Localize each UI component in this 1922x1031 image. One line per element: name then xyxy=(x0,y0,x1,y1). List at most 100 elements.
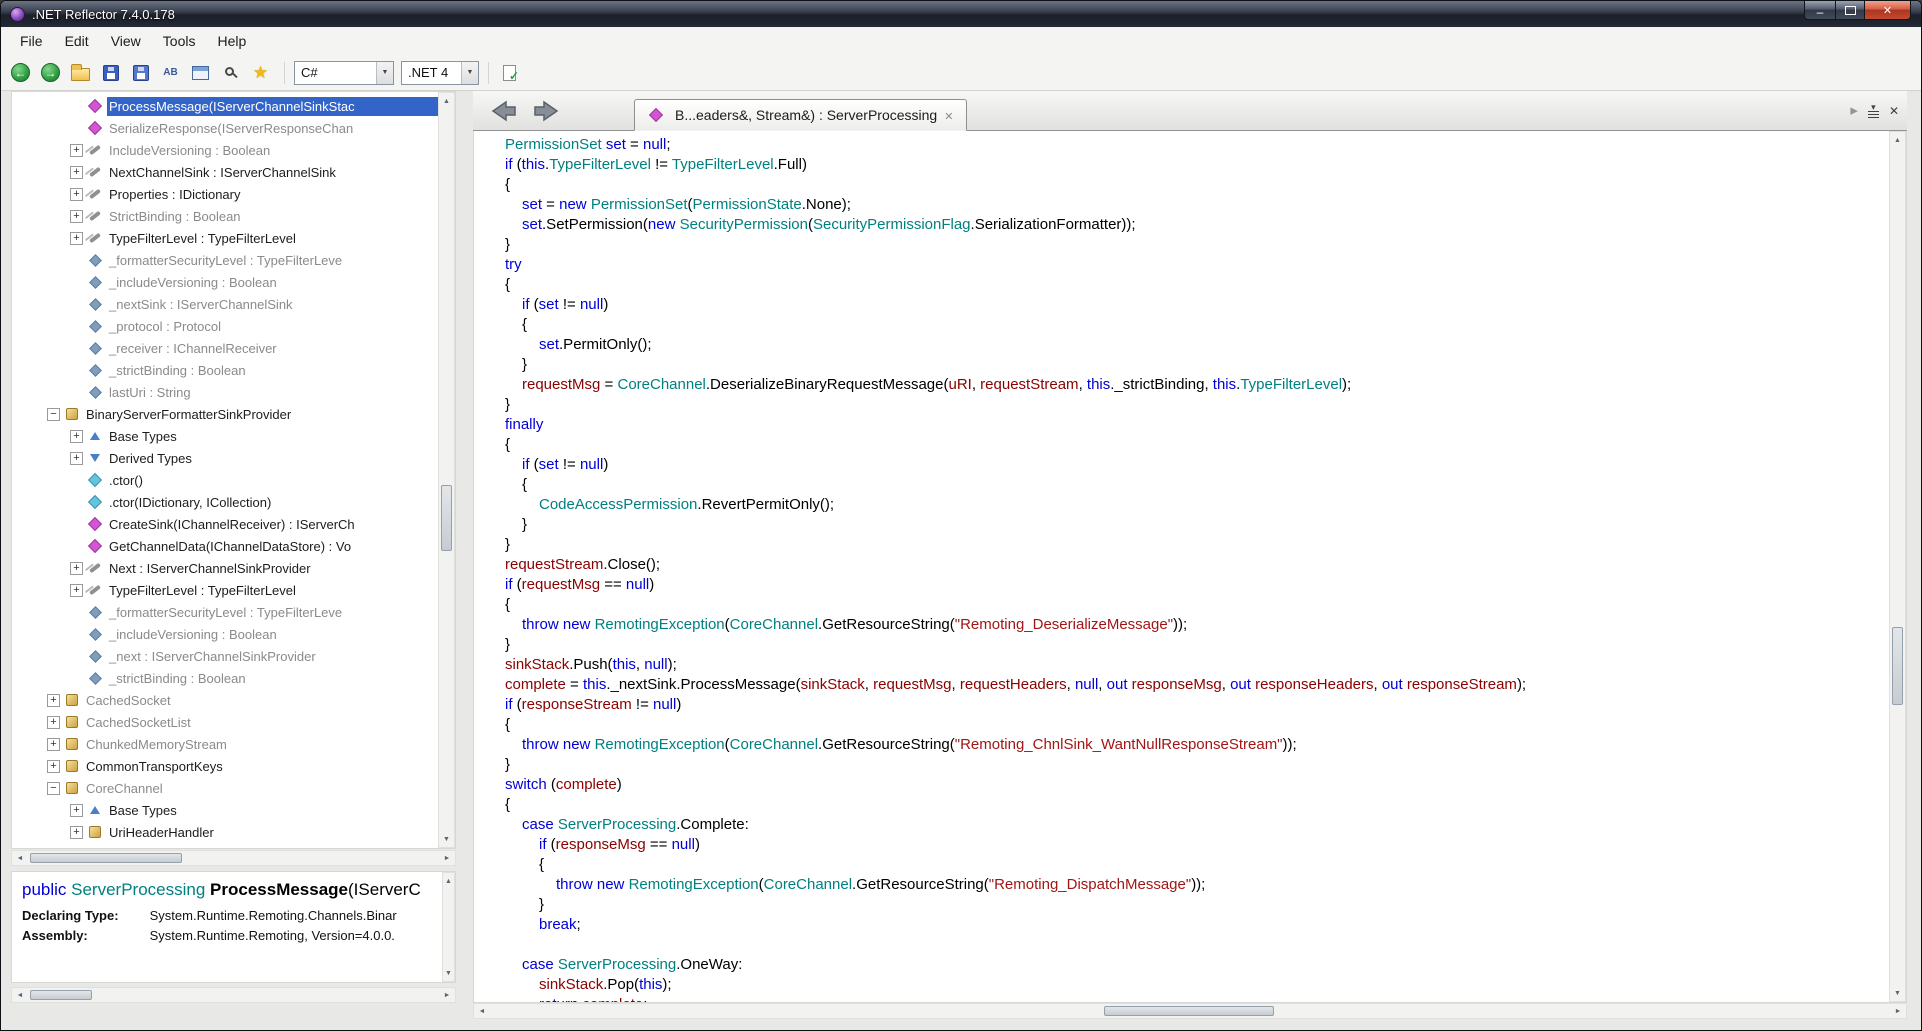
tab-list-icon[interactable] xyxy=(1868,104,1879,118)
tree-item[interactable]: _strictBinding : Boolean xyxy=(12,667,438,689)
menu-edit[interactable]: Edit xyxy=(54,29,100,53)
tree-item[interactable]: _next : IServerChannelSinkProvider xyxy=(12,645,438,667)
menu-file[interactable]: File xyxy=(9,29,54,53)
scroll-right-button[interactable] xyxy=(439,851,455,865)
tree-item[interactable]: + StrictBinding : Boolean xyxy=(12,205,438,227)
scroll-down-button[interactable] xyxy=(1890,985,1905,1001)
scrollbar-thumb[interactable] xyxy=(30,990,92,1000)
scroll-up-button[interactable] xyxy=(443,873,454,889)
tree-item[interactable]: _formatterSecurityLevel : TypeFilterLeve xyxy=(12,249,438,271)
expand-icon[interactable]: + xyxy=(70,825,83,839)
tree-item[interactable]: − BinaryServerFormatterSinkProvider xyxy=(12,403,438,425)
tree-item[interactable]: _strictBinding : Boolean xyxy=(12,359,438,381)
scroll-left-button[interactable] xyxy=(12,851,28,865)
menu-view[interactable]: View xyxy=(100,29,152,53)
tree-item[interactable]: _protocol : Protocol xyxy=(12,315,438,337)
document-tab[interactable]: B...eaders&, Stream&) : ServerProcessing xyxy=(634,99,968,131)
code-view[interactable]: PermissionSet set = null; if (this.TypeFi… xyxy=(474,131,1889,1002)
close-button[interactable] xyxy=(1865,1,1911,20)
tree-item[interactable]: CreateSink(IChannelReceiver) : IServerCh xyxy=(12,513,438,535)
tree-item[interactable]: .ctor(IDictionary, ICollection) xyxy=(12,491,438,513)
tree-item[interactable]: .ctor() xyxy=(12,469,438,491)
scroll-down-button[interactable] xyxy=(443,965,454,981)
tree-item[interactable]: + IncludeVersioning : Boolean xyxy=(12,139,438,161)
tree-item[interactable]: + Properties : IDictionary xyxy=(12,183,438,205)
code-hscrollbar[interactable] xyxy=(473,1003,1907,1019)
tree-item[interactable]: − CoreChannel xyxy=(12,777,438,799)
expand-icon[interactable]: + xyxy=(70,803,83,817)
collapse-icon[interactable]: − xyxy=(47,407,60,421)
language-combo[interactable]: C# ▼ xyxy=(294,60,394,85)
minimize-button[interactable] xyxy=(1804,1,1835,20)
scroll-down-button[interactable] xyxy=(439,831,454,847)
history-forward-button[interactable] xyxy=(531,99,565,123)
favorites-button[interactable] xyxy=(247,59,274,86)
tree-item[interactable]: GetChannelData(IChannelDataStore) : Vo xyxy=(12,535,438,557)
scroll-right-button[interactable] xyxy=(1890,1004,1906,1018)
tree-item[interactable]: _includeVersioning : Boolean xyxy=(12,623,438,645)
tree-view[interactable]: ProcessMessage(IServerChannelSinkStac Ser… xyxy=(12,92,438,848)
tree-item[interactable]: _receiver : IChannelReceiver xyxy=(12,337,438,359)
expand-icon[interactable]: + xyxy=(47,759,60,773)
chevron-down-icon[interactable]: ▼ xyxy=(376,61,393,84)
tree-item[interactable]: + Derived Types xyxy=(12,447,438,469)
tree-item[interactable]: + CachedSocketList xyxy=(12,711,438,733)
scroll-left-button[interactable] xyxy=(12,988,28,1002)
rename-button[interactable] xyxy=(157,59,184,86)
tree-item[interactable]: ProcessMessage(IServerChannelSinkStac xyxy=(12,95,438,117)
tree-hscrollbar[interactable] xyxy=(11,850,456,866)
tree-item[interactable]: _formatterSecurityLevel : TypeFilterLeve xyxy=(12,601,438,623)
open-button[interactable] xyxy=(67,59,94,86)
maximize-button[interactable] xyxy=(1835,1,1865,20)
scrollbar-thumb[interactable] xyxy=(1104,1006,1275,1016)
tree-item[interactable]: + CommonTransportKeys xyxy=(12,755,438,777)
save-button[interactable] xyxy=(97,59,124,86)
close-document-icon[interactable] xyxy=(1889,102,1899,120)
expand-icon[interactable]: + xyxy=(70,429,83,443)
tree-item[interactable]: + NextChannelSink : IServerChannelSink xyxy=(12,161,438,183)
tree-item[interactable]: SerializeResponse(IServerResponseChan xyxy=(12,117,438,139)
expand-icon[interactable]: + xyxy=(70,231,83,245)
details-hscrollbar[interactable] xyxy=(11,987,456,1003)
tree-item[interactable]: + Next : IServerChannelSinkProvider xyxy=(12,557,438,579)
tree-item[interactable]: _includeVersioning : Boolean xyxy=(12,271,438,293)
scroll-left-button[interactable] xyxy=(474,1004,490,1018)
export-button[interactable] xyxy=(127,59,154,86)
details-vscrollbar[interactable] xyxy=(442,872,455,982)
script-button[interactable] xyxy=(496,59,523,86)
scroll-up-button[interactable] xyxy=(439,93,454,109)
scrollbar-thumb[interactable] xyxy=(1892,627,1903,706)
history-back-button[interactable] xyxy=(485,99,519,123)
tree-item[interactable]: + TypeFilterLevel : TypeFilterLevel xyxy=(12,579,438,601)
expand-icon[interactable]: + xyxy=(47,737,60,751)
expand-icon[interactable]: + xyxy=(70,165,83,179)
menu-tools[interactable]: Tools xyxy=(152,29,207,53)
back-button[interactable] xyxy=(7,59,34,86)
expand-icon[interactable]: + xyxy=(70,209,83,223)
tree-item[interactable]: _nextSink : IServerChannelSink xyxy=(12,293,438,315)
tree-item[interactable]: + Base Types xyxy=(12,799,438,821)
tree-item[interactable]: + TypeFilterLevel : TypeFilterLevel xyxy=(12,227,438,249)
browser-button[interactable] xyxy=(187,59,214,86)
tree-item[interactable]: + CachedSocket xyxy=(12,689,438,711)
tree-item[interactable]: + UriHeaderHandler xyxy=(12,821,438,843)
expand-icon[interactable]: + xyxy=(70,187,83,201)
chevron-down-icon[interactable]: ▼ xyxy=(461,61,478,84)
scrollbar-thumb[interactable] xyxy=(30,853,182,863)
tab-scroll-right-icon[interactable] xyxy=(1850,101,1858,120)
tree-item[interactable]: + ChunkedMemoryStream xyxy=(12,733,438,755)
scroll-up-button[interactable] xyxy=(1890,132,1905,148)
expand-icon[interactable]: + xyxy=(70,143,83,157)
tree-vscrollbar[interactable] xyxy=(438,92,455,848)
tree-item[interactable]: + Base Types xyxy=(12,425,438,447)
expand-icon[interactable]: + xyxy=(47,715,60,729)
expand-icon[interactable]: + xyxy=(70,561,83,575)
menu-help[interactable]: Help xyxy=(206,29,257,53)
search-button[interactable] xyxy=(217,59,244,86)
forward-button[interactable] xyxy=(37,59,64,86)
collapse-icon[interactable]: − xyxy=(47,781,60,795)
tree-item[interactable]: lastUri : String xyxy=(12,381,438,403)
framework-combo[interactable]: .NET 4 ▼ xyxy=(401,60,479,85)
code-vscrollbar[interactable] xyxy=(1889,131,1906,1002)
scroll-right-button[interactable] xyxy=(439,988,455,1002)
